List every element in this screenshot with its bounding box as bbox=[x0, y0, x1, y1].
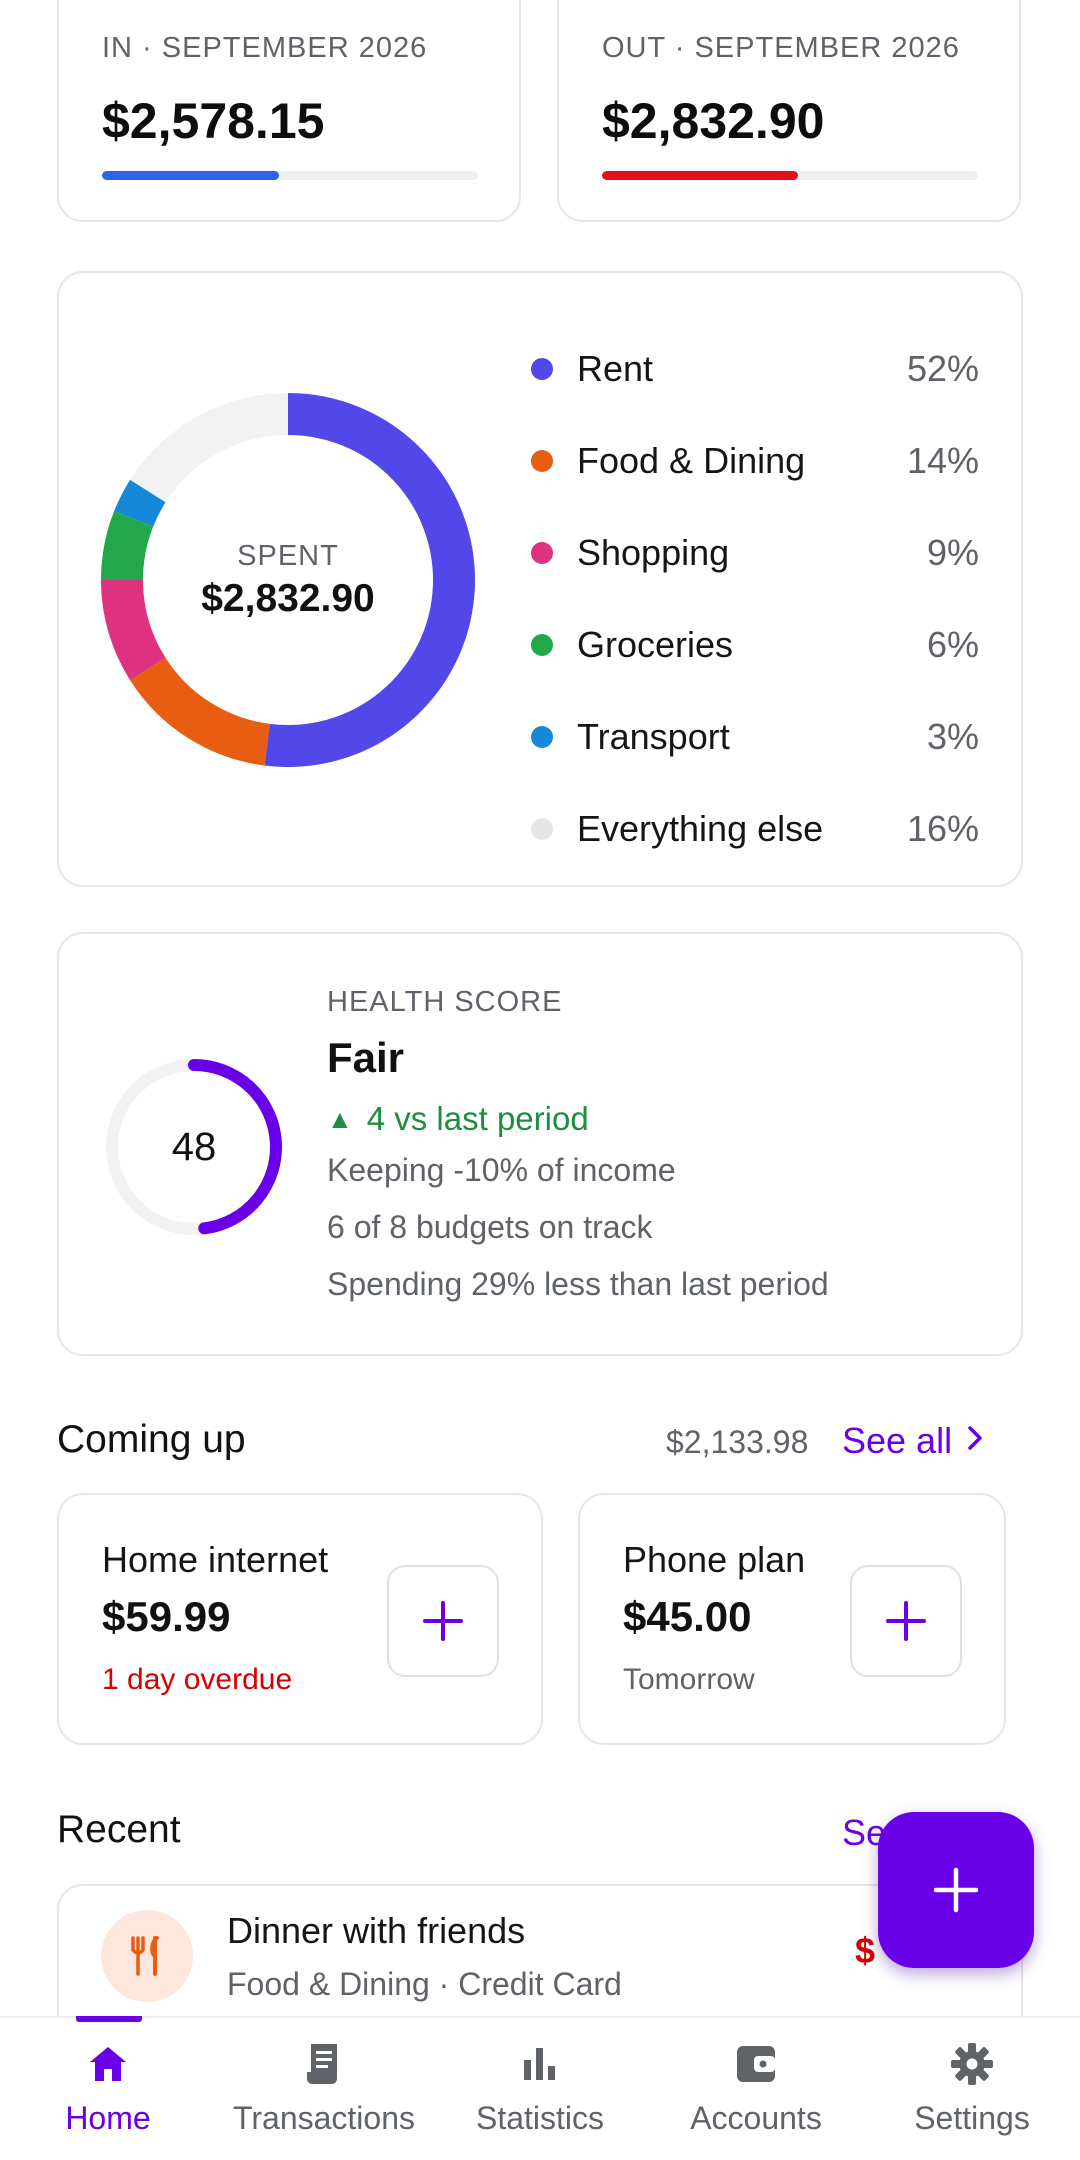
health-score-kicker: HEALTH SCORE bbox=[327, 986, 563, 1018]
legend-label: Food & Dining bbox=[577, 440, 806, 481]
legend-label: Groceries bbox=[577, 624, 734, 665]
transaction-subtitle: Food & Dining · Credit Card bbox=[227, 1966, 622, 2002]
plus-icon bbox=[886, 1601, 926, 1641]
donut-center-label: SPENT bbox=[237, 539, 339, 572]
bill-name: Home internet bbox=[102, 1539, 329, 1580]
legend-item[interactable]: Everything else 16% bbox=[529, 783, 979, 875]
legend-dot bbox=[531, 634, 553, 656]
chevron-right-icon bbox=[966, 1422, 984, 1461]
coming-up-see-all-link[interactable]: See all bbox=[842, 1420, 984, 1462]
legend-item[interactable]: Groceries 6% bbox=[529, 599, 979, 691]
legend-dot bbox=[531, 542, 553, 564]
nav-label: Settings bbox=[914, 2100, 1030, 2136]
transaction-amount: $ bbox=[855, 1930, 876, 1971]
plus-icon bbox=[423, 1601, 463, 1641]
bar-chart-icon bbox=[516, 2040, 564, 2088]
coming-up-title: Coming up bbox=[57, 1418, 246, 1461]
bill-status: 1 day overdue bbox=[102, 1663, 293, 1696]
income-progress-fill bbox=[102, 171, 279, 180]
legend-item[interactable]: Food & Dining 14% bbox=[529, 415, 979, 507]
legend-item[interactable]: Rent 52% bbox=[529, 323, 979, 415]
plus-icon bbox=[933, 1867, 979, 1913]
fork-knife-icon bbox=[101, 1910, 193, 2002]
expense-amount: $2,832.90 bbox=[602, 93, 825, 149]
legend-dot bbox=[531, 726, 553, 748]
legend-dot bbox=[531, 358, 553, 380]
income-amount: $2,578.15 bbox=[102, 93, 325, 149]
legend-label: Everything else bbox=[577, 808, 824, 849]
health-detail-line: 6 of 8 budgets on track bbox=[327, 1209, 653, 1245]
nav-home[interactable]: Home bbox=[0, 2018, 216, 2160]
see-all-label: See all bbox=[842, 1420, 953, 1461]
expense-progress-fill bbox=[602, 171, 798, 180]
legend-percent: 14% bbox=[906, 440, 979, 481]
donut-center-value: $2,832.90 bbox=[201, 576, 375, 620]
legend-percent: 6% bbox=[926, 624, 979, 665]
trend-up-icon: ▲ bbox=[327, 1103, 353, 1134]
legend-label: Rent bbox=[577, 348, 654, 389]
bill-amount: $59.99 bbox=[102, 1593, 231, 1640]
income-card[interactable]: IN · SEPTEMBER 2026 $2,578.15 bbox=[57, 0, 521, 222]
add-payment-button[interactable] bbox=[850, 1565, 962, 1677]
upcoming-bill-card[interactable]: Phone plan $45.00 Tomorrow bbox=[578, 1493, 1006, 1745]
expense-progress-track bbox=[602, 171, 978, 180]
income-label: IN · SEPTEMBER 2026 bbox=[102, 32, 428, 64]
add-transaction-fab[interactable] bbox=[878, 1812, 1034, 1968]
bottom-navigation: Home Transactions Statistics Accounts Se… bbox=[0, 2016, 1080, 2160]
bill-status: Tomorrow bbox=[623, 1663, 755, 1696]
bill-name: Phone plan bbox=[623, 1539, 806, 1580]
health-detail-line: Keeping -10% of income bbox=[327, 1152, 676, 1188]
health-score-card[interactable]: 48 HEALTH SCORE Fair ▲ 4 vs last period … bbox=[57, 932, 1023, 1356]
add-payment-button[interactable] bbox=[387, 1565, 499, 1677]
category-legend: Rent 52% Food & Dining 14% Shopping 9% Groceri… bbox=[529, 323, 979, 875]
nav-label: Accounts bbox=[690, 2100, 822, 2136]
donut-center: SPENT $2,832.90 bbox=[101, 393, 475, 767]
nav-transactions[interactable]: Transactions bbox=[216, 2018, 432, 2160]
spending-breakdown-card[interactable]: SPENT $2,832.90 Rent 52% Food & Dining 14% S… bbox=[57, 271, 1023, 887]
upcoming-bill-card[interactable]: Home internet $59.99 1 day overdue bbox=[57, 1493, 543, 1745]
nav-label: Home bbox=[65, 2100, 151, 2136]
legend-percent: 16% bbox=[906, 808, 979, 849]
health-score-value: 48 bbox=[171, 1124, 217, 1169]
legend-label: Transport bbox=[577, 716, 730, 757]
income-progress-track bbox=[102, 171, 478, 180]
transaction-title: Dinner with friends bbox=[227, 1910, 526, 1951]
expense-card[interactable]: OUT · SEPTEMBER 2026 $2,832.90 bbox=[557, 0, 1021, 222]
nav-accounts[interactable]: Accounts bbox=[648, 2018, 864, 2160]
nav-label: Transactions bbox=[233, 2100, 415, 2136]
legend-dot bbox=[531, 818, 553, 840]
legend-dot bbox=[531, 450, 553, 472]
legend-label: Shopping bbox=[577, 532, 730, 573]
health-detail-line: Spending 29% less than last period bbox=[327, 1266, 829, 1302]
health-delta: ▲ 4 vs last period bbox=[327, 1100, 589, 1138]
legend-item[interactable]: Shopping 9% bbox=[529, 507, 979, 599]
gear-icon bbox=[948, 2040, 996, 2088]
nav-label: Statistics bbox=[475, 2100, 605, 2136]
coming-up-total: $2,133.98 bbox=[666, 1424, 809, 1460]
expense-label: OUT · SEPTEMBER 2026 bbox=[602, 32, 960, 64]
legend-item[interactable]: Transport 3% bbox=[529, 691, 979, 783]
recent-title: Recent bbox=[57, 1808, 181, 1851]
health-delta-text: 4 vs last period bbox=[366, 1100, 589, 1137]
nav-settings[interactable]: Settings bbox=[864, 2018, 1080, 2160]
bill-amount: $45.00 bbox=[623, 1593, 752, 1640]
nav-active-indicator bbox=[76, 2016, 142, 2022]
legend-percent: 52% bbox=[906, 348, 979, 389]
nav-statistics[interactable]: Statistics bbox=[432, 2018, 648, 2160]
home-icon bbox=[84, 2040, 132, 2088]
receipt-icon bbox=[300, 2040, 348, 2088]
legend-percent: 9% bbox=[926, 532, 979, 573]
legend-percent: 3% bbox=[926, 716, 979, 757]
health-grade: Fair bbox=[327, 1034, 405, 1081]
wallet-icon bbox=[732, 2040, 780, 2088]
